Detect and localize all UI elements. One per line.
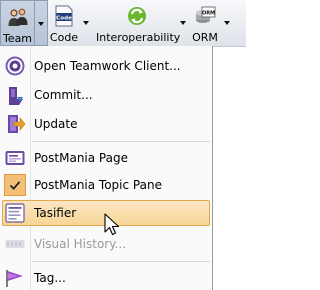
menu-item-label: Open Teamwork Client...	[34, 59, 181, 73]
code-button[interactable]: Code Code	[49, 0, 79, 46]
mouse-cursor-icon	[104, 213, 120, 236]
team-toolbar-group: Team	[0, 0, 48, 46]
commit-icon	[9, 87, 23, 105]
menu-item-label: Commit...	[34, 88, 93, 102]
menu-item-label: Tasifier	[34, 206, 77, 220]
team-icon	[8, 8, 27, 26]
orm-label: ORM	[192, 31, 218, 44]
checkmark-icon	[4, 174, 26, 196]
interoperability-label: Interoperability	[96, 31, 181, 44]
toolbar: Team Code Code Interoperability ORM ORM	[0, 0, 246, 47]
menu-item-commit[interactable]: Commit...	[2, 82, 210, 108]
svg-text:ORM: ORM	[202, 11, 215, 17]
code-icon: Code	[55, 5, 73, 27]
tag-icon	[6, 270, 23, 287]
orm-icon: ORM	[196, 6, 216, 23]
team-label: Team	[2, 32, 33, 45]
tasifier-icon	[5, 203, 25, 223]
menu-item-label: PostMania Topic Pane	[34, 178, 162, 192]
menu-item-label: Update	[34, 117, 78, 131]
svg-text:Code: Code	[56, 16, 72, 22]
team-button[interactable]: Team	[0, 0, 35, 46]
code-label: Code	[49, 31, 79, 44]
menu-separator	[32, 141, 210, 142]
teamwork-client-icon	[5, 56, 25, 76]
menu-item-tag[interactable]: Tag...	[2, 265, 210, 290]
menu-item-postmania-page[interactable]: PostMania Page	[2, 145, 210, 171]
code-dropdown-arrow[interactable]	[82, 18, 91, 28]
team-dropdown-menu: Open Teamwork Client... Commit... Update	[0, 46, 213, 290]
menu-item-update[interactable]: Update	[2, 111, 210, 137]
menu-item-label: Tag...	[34, 271, 66, 285]
screen: Team Code Code Interoperability ORM ORM …	[0, 0, 246, 290]
orm-dropdown-arrow[interactable]	[223, 18, 232, 28]
orm-button[interactable]: ORM ORM	[190, 0, 220, 46]
menu-item-label: PostMania Page	[34, 151, 128, 165]
code-toolbar-group: Code Code	[49, 0, 95, 46]
postmania-page-icon	[5, 151, 25, 165]
interoperability-icon	[128, 7, 146, 25]
team-dropdown-arrow[interactable]	[35, 0, 48, 46]
orm-toolbar-group: ORM ORM	[190, 0, 246, 46]
menu-item-open-teamwork-client[interactable]: Open Teamwork Client...	[2, 53, 210, 79]
update-icon	[8, 115, 26, 133]
visual-history-icon	[5, 240, 25, 248]
menu-separator	[32, 261, 210, 262]
menu-item-postmania-topic-pane[interactable]: PostMania Topic Pane	[2, 172, 210, 198]
interoperability-toolbar-group: Interoperability	[96, 0, 190, 46]
interoperability-button[interactable]: Interoperability	[96, 0, 181, 46]
interoperability-dropdown-arrow[interactable]	[179, 18, 188, 28]
